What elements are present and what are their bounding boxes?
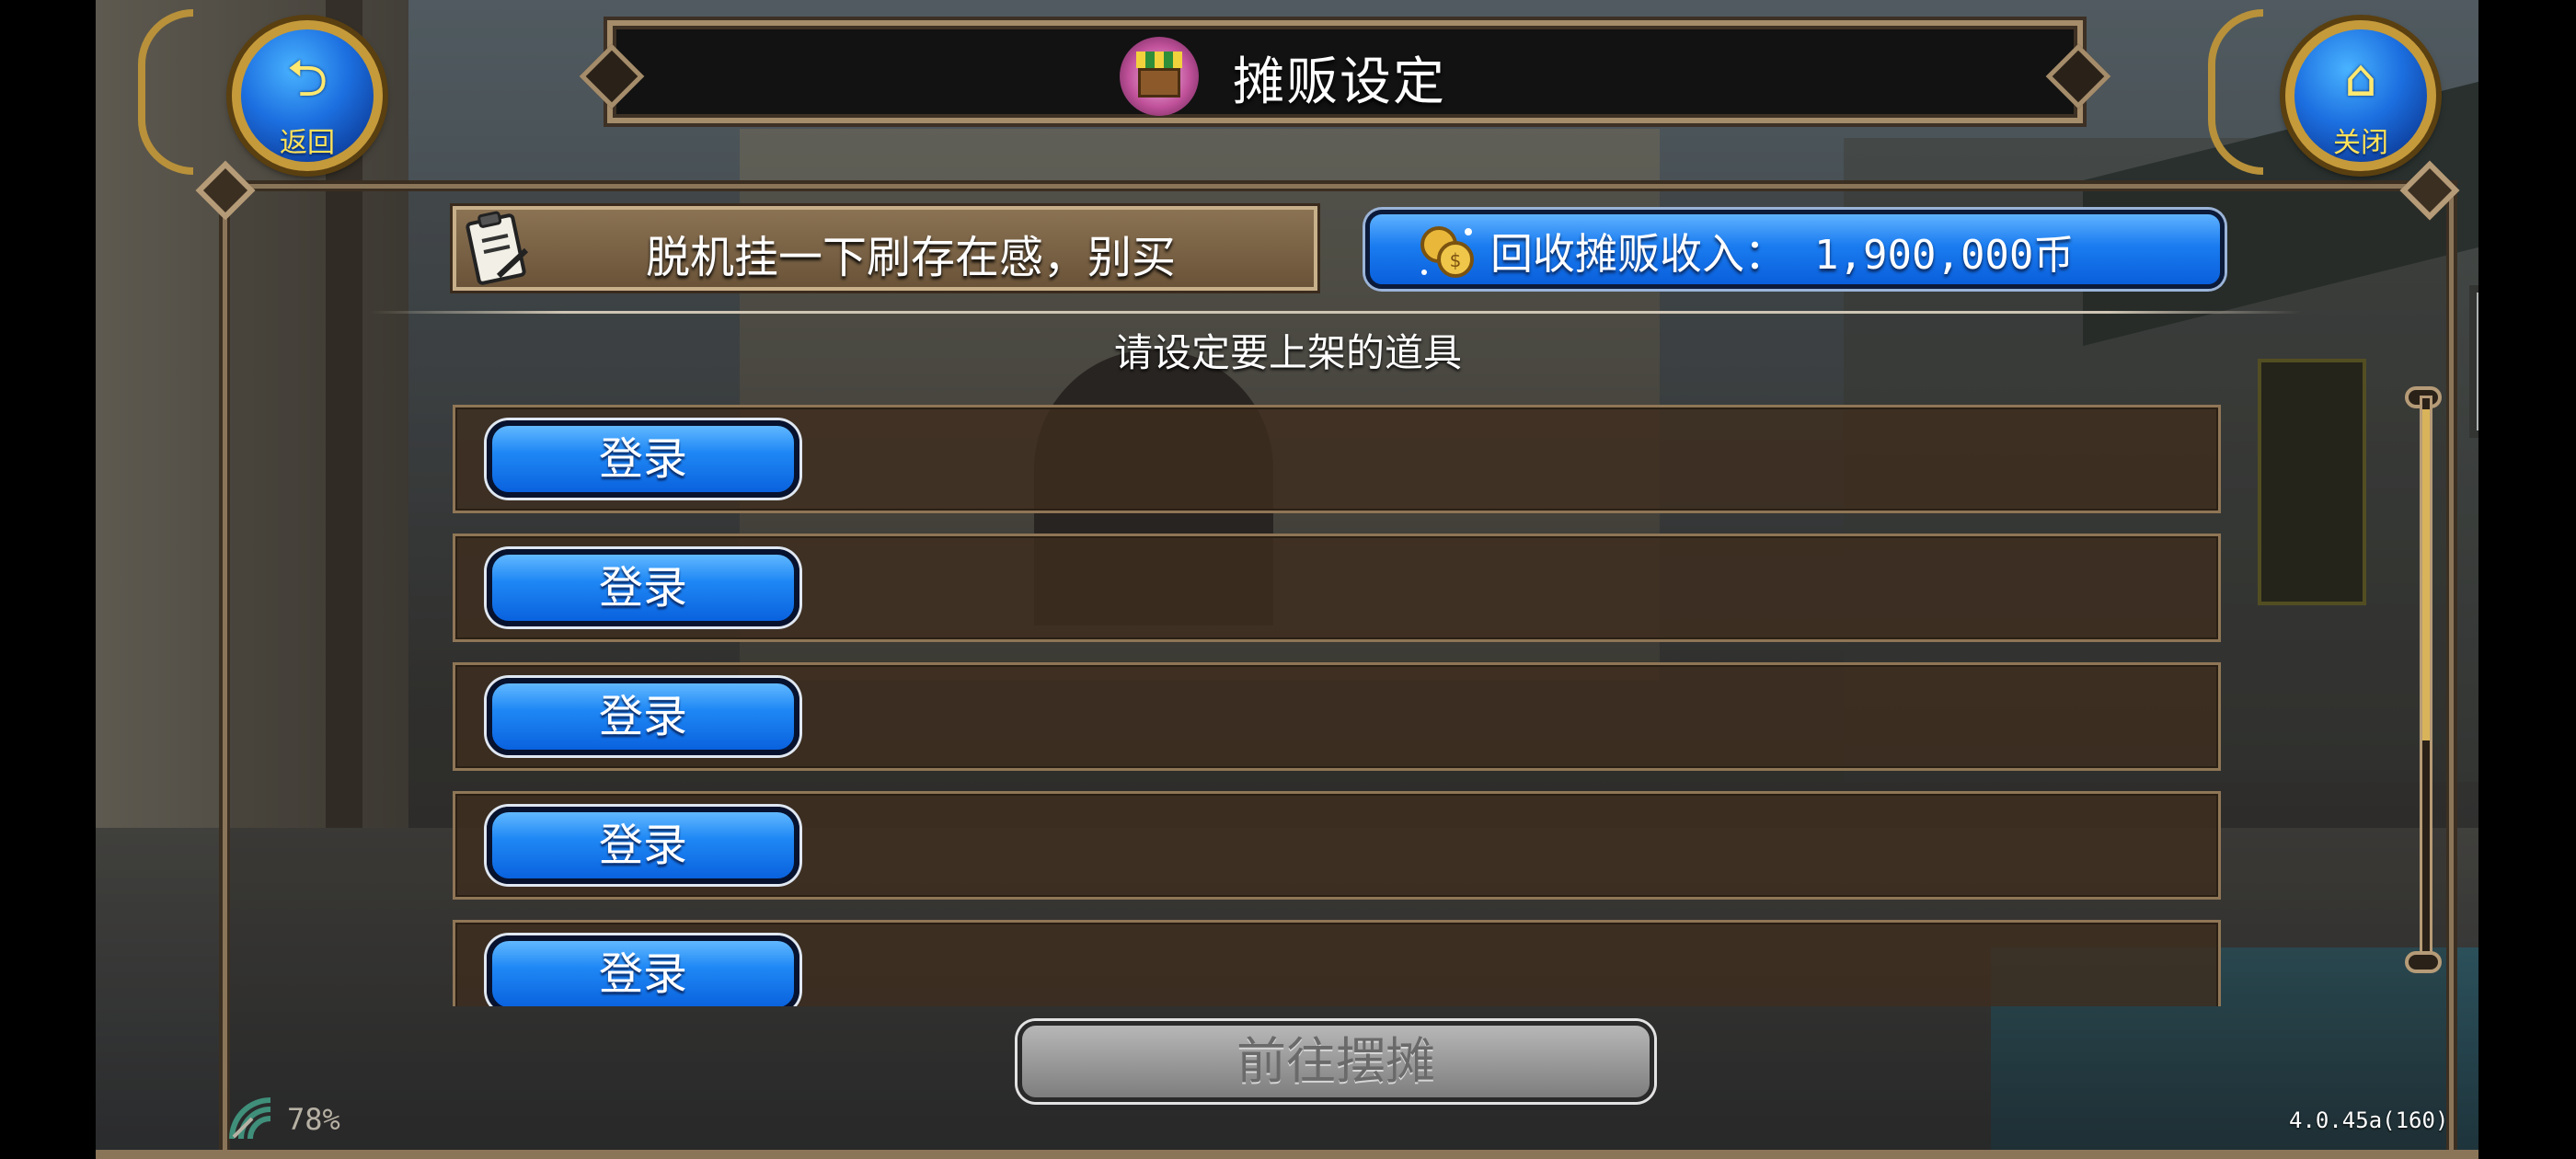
stall-name-text: 脱机挂一下刷存在感，别买 xyxy=(645,232,1176,283)
item-slot: 登录 xyxy=(453,920,2221,1006)
go-to-stall-button[interactable]: 前往摆摊 xyxy=(1018,1021,1654,1102)
item-slot-list[interactable]: 登录 登录 登录 登录 登录 xyxy=(453,405,2221,1006)
register-item-button[interactable]: 登录 xyxy=(487,678,799,755)
page-title: 摊贩设定 xyxy=(1233,52,1446,112)
item-slot: 登录 xyxy=(453,534,2221,642)
close-button[interactable]: ⌂ 关闭 xyxy=(2285,20,2436,171)
svg-text:$: $ xyxy=(1450,249,1462,271)
item-slot: 登录 xyxy=(453,405,2221,513)
income-text: 回收摊贩收入： 1,900,000币 xyxy=(1490,221,2074,281)
scrollbar-bottom-cap xyxy=(2405,951,2442,973)
income-amount: 1,900,000币 xyxy=(1814,232,2075,279)
item-slot: 登录 xyxy=(453,662,2221,771)
clipboard-icon xyxy=(466,211,529,285)
back-button[interactable]: ⮌ 返回 xyxy=(232,20,383,171)
back-button-label: 返回 xyxy=(280,127,335,159)
register-item-button[interactable]: 登录 xyxy=(487,549,799,626)
shop-stall-icon xyxy=(1120,37,1199,116)
signal-icon xyxy=(229,1097,271,1140)
back-button-ornament xyxy=(138,9,193,175)
coins-icon: $ xyxy=(1420,226,1474,278)
divider xyxy=(370,311,2302,314)
instruction-text: 请设定要上架的道具 xyxy=(1113,330,1462,375)
close-button-label: 关闭 xyxy=(2333,127,2388,159)
close-button-ornament xyxy=(2208,9,2263,175)
register-item-button[interactable]: 登录 xyxy=(487,420,799,498)
register-item-button[interactable]: 登录 xyxy=(487,935,799,1006)
item-slot: 登录 xyxy=(453,791,2221,900)
home-icon: ⌂ xyxy=(2344,49,2377,109)
back-arrow-icon: ⮌ xyxy=(286,49,328,109)
scrollbar-thumb[interactable] xyxy=(2422,409,2430,740)
version-label: 4.0.45a(160) xyxy=(2289,1107,2449,1133)
bottom-frame xyxy=(96,1150,2478,1159)
register-item-button[interactable]: 登录 xyxy=(487,807,799,884)
income-label: 回收摊贩收入： xyxy=(1490,229,1787,279)
battery-level: 78% xyxy=(287,1102,340,1137)
